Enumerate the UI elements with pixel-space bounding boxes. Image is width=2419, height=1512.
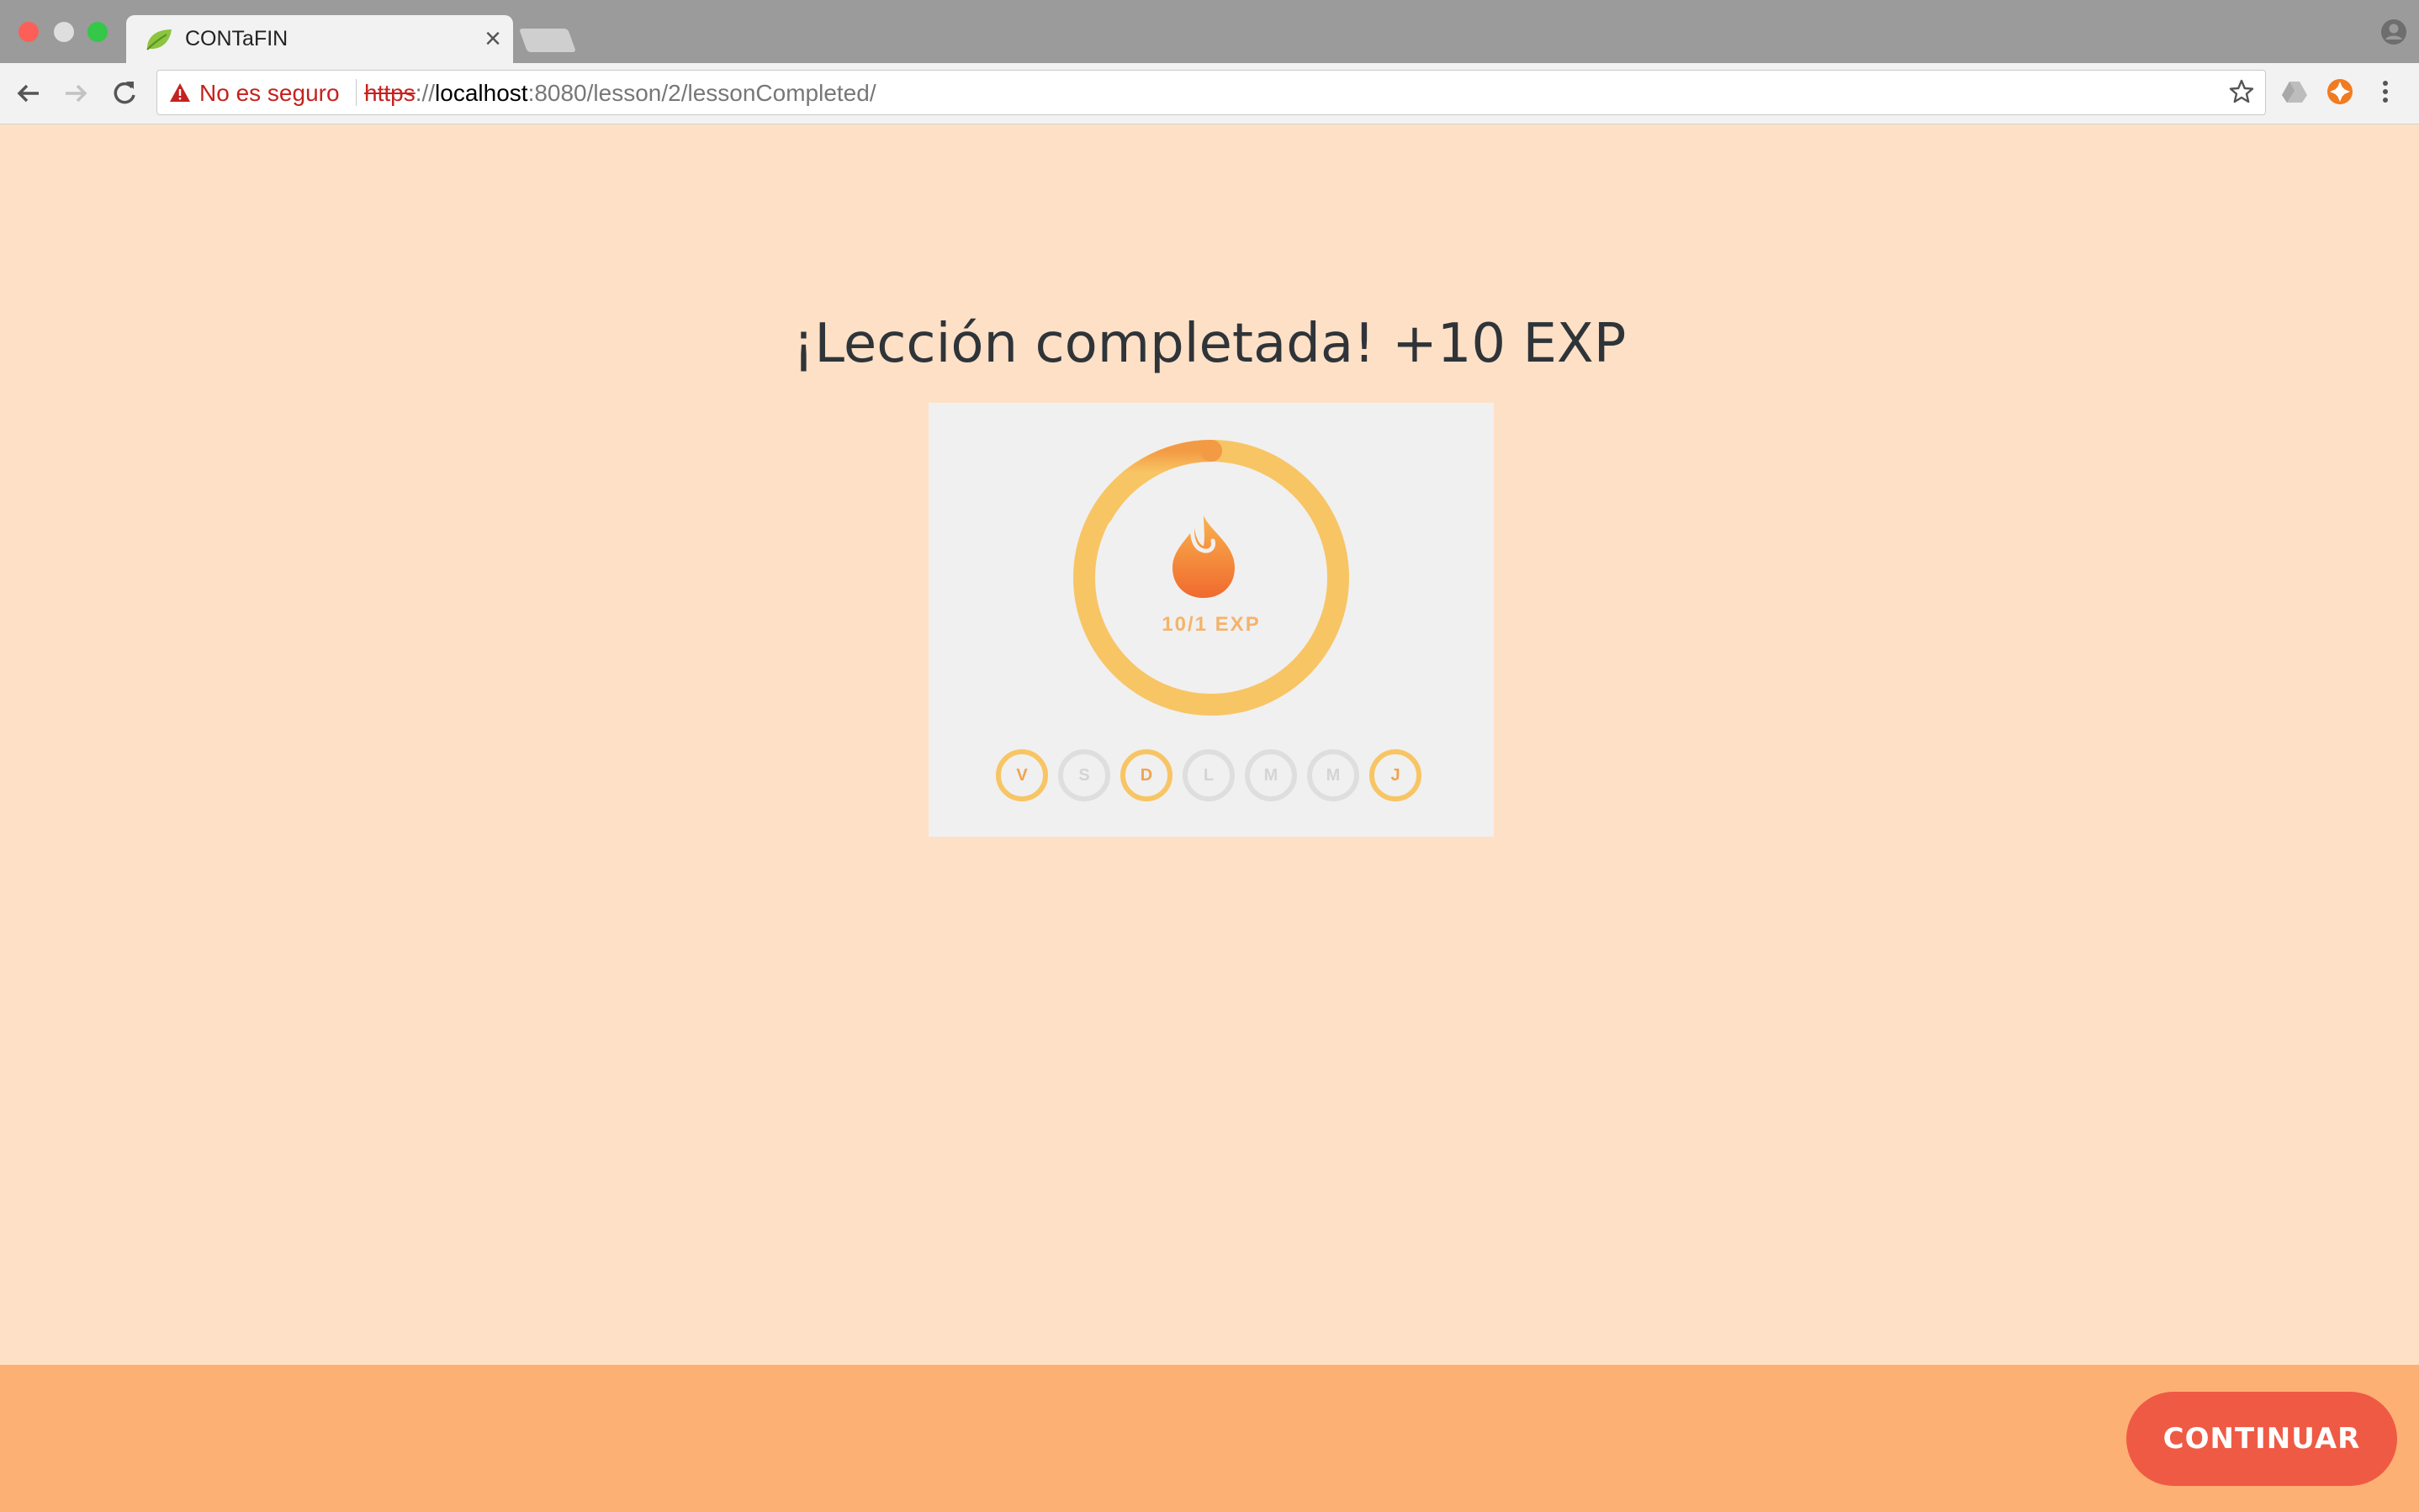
browser-tab[interactable]: CONTaFIN × — [126, 15, 513, 63]
streak-days: V S D L M M J — [996, 749, 1433, 812]
continue-button[interactable]: CONTINUAR — [2126, 1392, 2397, 1486]
maximize-window-button[interactable] — [87, 22, 108, 42]
back-arrow-icon[interactable] — [13, 78, 44, 108]
address-bar[interactable]: No es seguro https://localhost:8080/less… — [156, 70, 2266, 115]
day-circle: J — [1369, 749, 1421, 801]
day-circle: S — [1058, 749, 1110, 801]
url-host: localhost — [435, 80, 528, 106]
url-scheme: https — [364, 80, 416, 106]
url-path: :8080/lesson/2/lessonCompleted/ — [527, 80, 876, 106]
day-circle: M — [1245, 749, 1297, 801]
flame-icon — [1166, 509, 1241, 605]
progress-card: 10/1 EXP V S D L M M J — [929, 403, 1494, 837]
day-circle: L — [1183, 749, 1235, 801]
orange-extension-icon[interactable] — [2326, 78, 2353, 109]
exp-progress-label: 10/1 EXP — [1162, 613, 1261, 636]
new-tab-button[interactable] — [518, 29, 577, 52]
bookmark-star-icon[interactable] — [2228, 78, 2255, 109]
page-title: ¡Lección completada! +10 EXP — [792, 313, 1627, 375]
browser-tabstrip: CONTaFIN × — [0, 0, 2419, 63]
drive-extension-icon[interactable] — [2281, 80, 2308, 108]
warning-icon[interactable] — [169, 82, 191, 107]
footer-bar: CONTINUAR — [0, 1365, 2419, 1512]
more-menu-icon[interactable] — [2379, 78, 2392, 109]
day-circle: D — [1120, 749, 1172, 801]
reload-icon[interactable] — [109, 78, 140, 108]
url-text[interactable]: https://localhost:8080/lesson/2/lessonCo… — [364, 80, 876, 107]
security-indicator[interactable]: No es seguro — [199, 80, 340, 107]
browser-toolbar: No es seguro https://localhost:8080/less… — [0, 63, 2419, 124]
url-separator: :// — [415, 80, 436, 106]
forward-arrow-icon[interactable] — [61, 78, 91, 108]
leaf-icon — [145, 27, 173, 56]
omnibox-divider — [356, 79, 357, 106]
tab-title: CONTaFIN — [185, 27, 288, 50]
minimize-window-button[interactable] — [54, 22, 74, 42]
tab-close-icon[interactable]: × — [484, 22, 501, 56]
day-circle: M — [1307, 749, 1359, 801]
profile-icon[interactable] — [2380, 19, 2407, 50]
day-circle: V — [996, 749, 1048, 801]
close-window-button[interactable] — [19, 22, 39, 42]
